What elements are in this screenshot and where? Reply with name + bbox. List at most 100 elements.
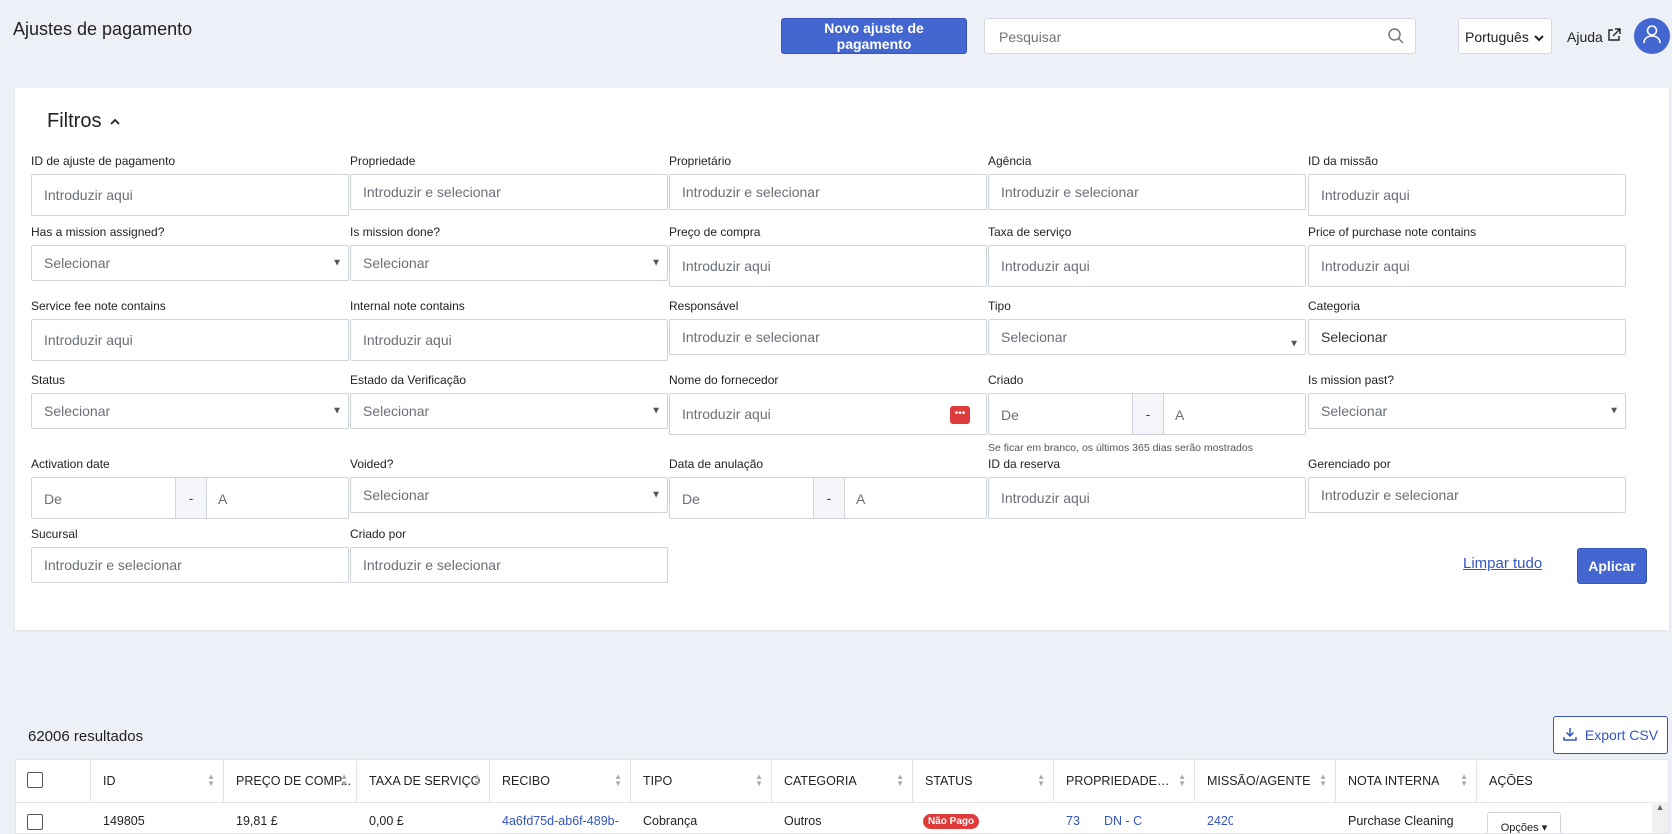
filters-panel: Filtros ID de ajuste de pagamento Introd… — [15, 88, 1669, 630]
filter-internal-note: Internal note contains Introduzir aqui — [350, 299, 668, 361]
category-select[interactable]: Selecionar — [1308, 319, 1626, 355]
type-select[interactable]: Selecionar ▼ — [988, 319, 1306, 355]
apply-button[interactable]: Aplicar — [1577, 548, 1647, 584]
property-input[interactable]: Introduzir e selecionar — [350, 174, 668, 210]
service-fee-note-input[interactable]: Introduzir aqui — [31, 319, 349, 361]
top-bar: Ajustes de pagamento Novo ajuste de paga… — [0, 0, 1672, 80]
column-label: PREÇO DE COMP... — [236, 774, 352, 788]
has-mission-select[interactable]: Selecionar ▼ — [31, 245, 349, 281]
filter-purchase-note: Price of purchase note contains Introduz… — [1308, 225, 1626, 287]
supplier-name-input[interactable]: Introduzir aqui ••• — [669, 393, 987, 435]
column-header-internal-note[interactable]: NOTA INTERNA ▲ ▼ — [1336, 760, 1477, 802]
filter-status: Status Selecionar ▼ — [31, 373, 349, 429]
void-to-input[interactable]: A — [856, 491, 865, 507]
verification-state-select[interactable]: Selecionar ▼ — [350, 393, 668, 429]
activation-to-input[interactable]: A — [218, 491, 227, 507]
booking-id-input[interactable]: Introduzir aqui — [988, 477, 1306, 519]
voided-select[interactable]: Selecionar ▼ — [350, 477, 668, 513]
column-header-category[interactable]: CATEGORIA ▲ ▼ — [772, 760, 913, 802]
column-label: NOTA INTERNA — [1348, 774, 1440, 788]
cell-value: Cobrança — [643, 814, 698, 828]
sort-icon: ▲ ▼ — [473, 772, 481, 788]
purchase-price-input[interactable]: Introduzir aqui — [669, 245, 987, 287]
table-row[interactable]: 149805 19,81 £ 0,00 £ 4a6fd75d-ab6f-489b… — [16, 802, 1668, 833]
created-to-input[interactable]: A — [1175, 407, 1184, 423]
void-from-input[interactable]: De — [682, 491, 700, 507]
branch-input[interactable]: Introduzir e selecionar — [31, 547, 349, 583]
mission-past-select[interactable]: Selecionar ▼ — [1308, 393, 1626, 429]
results-table: ID ▲ ▼ PREÇO DE COMP... ▲ ▼ TAXA DE SERVIÇO ▲… — [15, 759, 1669, 834]
managed-by-input[interactable]: Introduzir e selecionar — [1308, 477, 1626, 513]
column-header-property[interactable]: PROPRIEDADE/P... ▲ ▼ — [1054, 760, 1195, 802]
select-all-cell — [16, 760, 91, 802]
column-label: TIPO — [643, 774, 673, 788]
status-select[interactable]: Selecionar ▼ — [31, 393, 349, 429]
field-label: Propriedade — [350, 154, 416, 168]
placeholder: Selecionar — [44, 255, 111, 271]
search-box[interactable] — [984, 18, 1416, 54]
caret-down-icon: ▼ — [651, 405, 661, 417]
property-code-link[interactable]: DN - C — [1104, 814, 1142, 828]
scrollbar-up-arrow[interactable]: ▲ — [1652, 802, 1668, 833]
column-header-type[interactable]: TIPO ▲ ▼ — [631, 760, 772, 802]
payment-adjustment-id-input[interactable]: Introduzir aqui — [31, 174, 349, 216]
select-all-checkbox[interactable] — [27, 772, 43, 788]
service-fee-input[interactable]: Introduzir aqui — [988, 245, 1306, 287]
created-by-input[interactable]: Introduzir e selecionar — [350, 547, 668, 583]
agency-input[interactable]: Introduzir e selecionar — [988, 174, 1306, 210]
filters-toggle[interactable]: Filtros — [47, 110, 121, 133]
column-header-mission[interactable]: MISSÃO/AGENTE ▲ ▼ — [1195, 760, 1336, 802]
column-header-receipt[interactable]: RECIBO ▲ ▼ — [490, 760, 631, 802]
external-link-icon — [1607, 28, 1621, 45]
user-avatar[interactable] — [1634, 18, 1670, 54]
owner-input[interactable]: Introduzir e selecionar — [669, 174, 987, 210]
mission-id-input[interactable]: Introduzir aqui — [1308, 174, 1626, 216]
filter-mission-done: Is mission done? Selecionar ▼ — [350, 225, 668, 281]
cell-id: 149805 — [91, 802, 224, 833]
new-payment-adjustment-button[interactable]: Novo ajuste de pagamento — [781, 18, 967, 54]
table-header: ID ▲ ▼ PREÇO DE COMP... ▲ ▼ TAXA DE SERVIÇO ▲… — [16, 760, 1668, 803]
field-label: Criado — [988, 373, 1024, 387]
column-header-purchase-price[interactable]: PREÇO DE COMP... ▲ ▼ — [224, 760, 357, 802]
field-label: Taxa de serviço — [988, 225, 1072, 239]
receipt-link[interactable]: 4a6fd75d-ab6f-489b- — [502, 814, 619, 828]
filter-mission-id: ID da missão Introduzir aqui — [1308, 154, 1626, 216]
help-link[interactable]: Ajuda — [1567, 28, 1621, 45]
clear-all-link[interactable]: Limpar tudo — [1463, 555, 1542, 572]
purchase-note-input[interactable]: Introduzir aqui — [1308, 245, 1626, 287]
field-label: Sucursal — [31, 527, 78, 541]
created-date-range: De - A — [988, 393, 1306, 435]
mission-link[interactable]: 2420 — [1207, 814, 1233, 828]
internal-note-input[interactable]: Introduzir aqui — [350, 319, 668, 361]
options-button[interactable]: Opções ▾ — [1487, 812, 1561, 833]
cell-value: Outros — [784, 814, 822, 828]
caret-down-icon: ▼ — [1289, 338, 1299, 350]
language-select[interactable]: Português — [1458, 18, 1552, 54]
column-header-status[interactable]: STATUS ▲ ▼ — [913, 760, 1054, 802]
caret-down-icon: ▼ — [332, 257, 342, 269]
column-header-id[interactable]: ID ▲ ▼ — [91, 760, 224, 802]
more-dots-icon[interactable]: ••• — [950, 406, 970, 424]
caret-down-icon: ▼ — [651, 257, 661, 269]
page-title: Ajustes de pagamento — [13, 19, 193, 39]
property-link[interactable]: 73 — [1066, 814, 1080, 828]
export-csv-button[interactable]: Export CSV — [1553, 716, 1668, 754]
placeholder: Introduzir aqui — [1001, 490, 1090, 506]
placeholder: Introduzir e selecionar — [363, 184, 501, 200]
results-count: 62006 resultados — [28, 728, 144, 745]
created-from-input[interactable]: De — [1001, 407, 1019, 423]
search-icon[interactable] — [1387, 27, 1405, 50]
filter-agency: Agência Introduzir e selecionar — [988, 154, 1306, 210]
search-input[interactable] — [997, 28, 1381, 46]
activation-from-input[interactable]: De — [44, 491, 62, 507]
field-label: Responsável — [669, 299, 739, 313]
row-checkbox[interactable] — [27, 814, 43, 830]
cell-internal-note: Purchase Cleaning — [1336, 802, 1477, 833]
mission-done-select[interactable]: Selecionar ▼ — [350, 245, 668, 281]
column-header-service-fee[interactable]: TAXA DE SERVIÇO ▲ ▼ — [357, 760, 490, 802]
responsible-input[interactable]: Introduzir e selecionar — [669, 319, 987, 355]
filter-responsible: Responsável Introduzir e selecionar — [669, 299, 987, 355]
filter-void-date: Data de anulação De - A — [669, 457, 987, 519]
field-label: Activation date — [31, 457, 110, 471]
caret-down-icon: ▼ — [651, 489, 661, 501]
